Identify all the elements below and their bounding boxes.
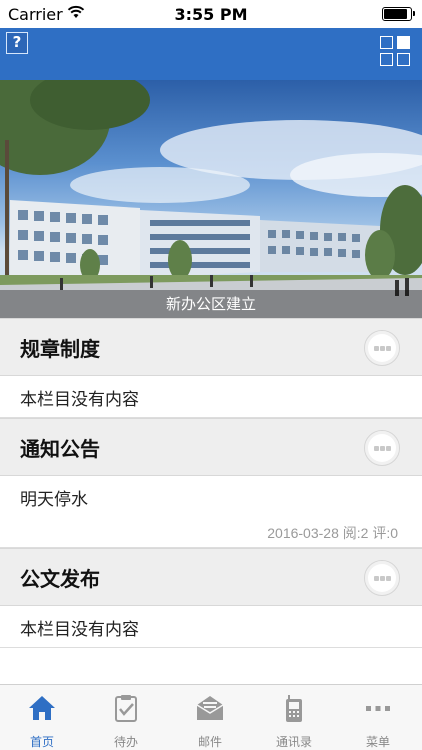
section-title: 公文发布 bbox=[20, 567, 100, 591]
more-icon[interactable] bbox=[364, 330, 400, 366]
tab-bar: 首页 待办 邮件 通讯录 菜单 bbox=[0, 684, 422, 750]
banner-caption: 新办公区建立 bbox=[0, 290, 422, 318]
more-icon[interactable] bbox=[364, 560, 400, 596]
tab-home[interactable]: 首页 bbox=[0, 685, 84, 750]
list-item[interactable]: 本栏目没有内容 bbox=[0, 376, 422, 418]
tab-mail[interactable]: 邮件 bbox=[168, 685, 252, 750]
tab-menu[interactable]: 菜单 bbox=[336, 685, 420, 750]
battery-icon bbox=[382, 7, 415, 21]
tab-label: 邮件 bbox=[197, 735, 222, 749]
section-title: 规章制度 bbox=[20, 337, 100, 361]
more-icon[interactable] bbox=[364, 430, 400, 466]
mail-icon bbox=[196, 696, 224, 720]
clock: 3:55 PM bbox=[174, 5, 248, 24]
section-header-notices: 通知公告 bbox=[0, 418, 422, 476]
section-title: 通知公告 bbox=[20, 437, 100, 461]
tab-label: 首页 bbox=[29, 735, 54, 749]
nav-bar: ? bbox=[0, 28, 422, 80]
home-icon bbox=[29, 696, 55, 720]
list-item[interactable]: 明天停水 2016-03-28 阅:2 评:0 bbox=[0, 476, 422, 548]
list-item[interactable]: 本栏目没有内容 bbox=[0, 606, 422, 648]
help-button[interactable]: ? bbox=[6, 32, 28, 54]
item-meta: 2016-03-28 阅:2 评:0 bbox=[267, 525, 398, 541]
tab-label: 菜单 bbox=[365, 735, 390, 749]
phone-icon bbox=[286, 695, 302, 722]
news-banner[interactable]: 新办公区建立 bbox=[0, 80, 422, 318]
banner-image bbox=[0, 80, 422, 318]
more-icon bbox=[366, 706, 390, 711]
tab-label: 通讯录 bbox=[275, 735, 312, 749]
tab-todo[interactable]: 待办 bbox=[84, 685, 168, 750]
status-bar: Carrier 3:55 PM bbox=[0, 0, 422, 28]
item-title: 明天停水 bbox=[20, 490, 88, 510]
item-title: 本栏目没有内容 bbox=[20, 620, 139, 640]
section-header-documents: 公文发布 bbox=[0, 548, 422, 606]
grid-menu-icon[interactable] bbox=[380, 36, 410, 66]
tab-label: 待办 bbox=[113, 735, 138, 749]
section-header-regulations: 规章制度 bbox=[0, 318, 422, 376]
item-title: 本栏目没有内容 bbox=[20, 390, 139, 410]
clipboard-check-icon bbox=[115, 695, 137, 722]
tab-contacts[interactable]: 通讯录 bbox=[252, 685, 336, 750]
